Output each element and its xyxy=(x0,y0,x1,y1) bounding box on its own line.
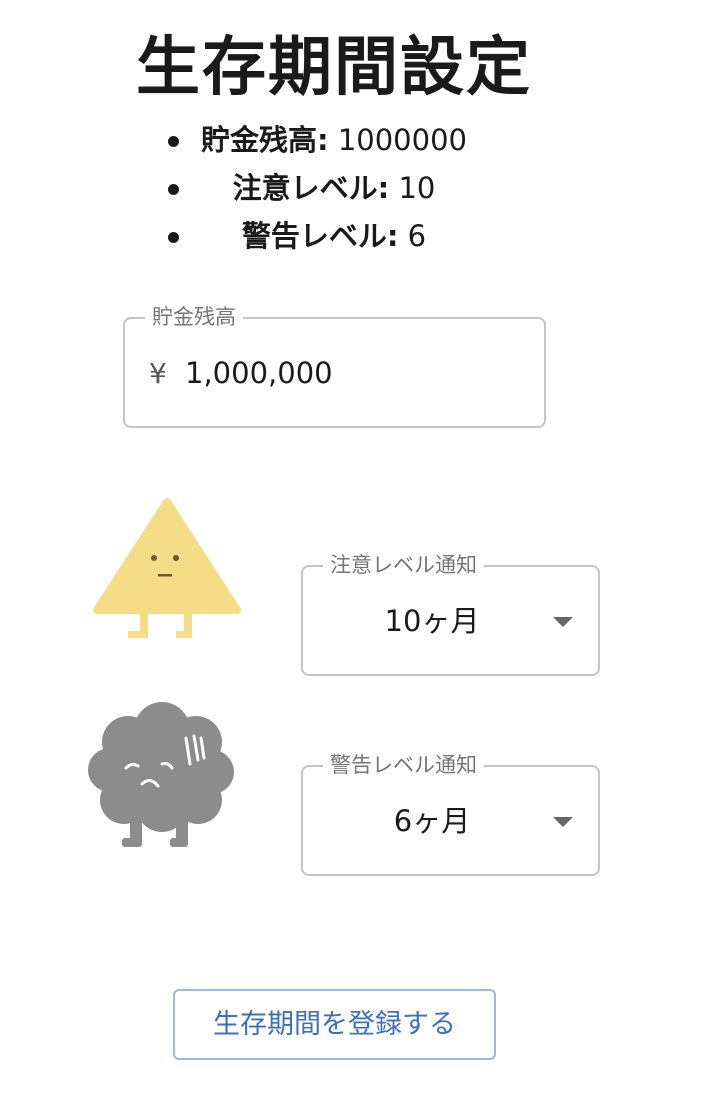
summary-item-savings: 貯金残高: 1000000 xyxy=(0,120,728,168)
caution-select-label: 注意レベル通知 xyxy=(323,552,484,578)
savings-field-label: 貯金残高 xyxy=(145,304,243,330)
summary-item-warning: 警告レベル: 6 xyxy=(0,216,728,264)
triangle-character-icon xyxy=(93,498,241,638)
summary-item-caution: 注意レベル: 10 xyxy=(0,168,728,216)
summary-label: 警告レベル: xyxy=(241,219,399,253)
caution-level-select[interactable]: 注意レベル通知 10ヶ月 xyxy=(301,552,600,676)
register-button[interactable]: 生存期間を登録する xyxy=(173,989,496,1060)
warning-selected-value: 6ヶ月 xyxy=(393,804,471,838)
caret-down-icon xyxy=(553,617,573,627)
currency-symbol: ¥ xyxy=(149,357,167,390)
summary-value: 1000000 xyxy=(328,123,467,157)
summary-value: 6 xyxy=(398,219,427,253)
savings-input[interactable] xyxy=(185,353,505,393)
caution-selected-value: 10ヶ月 xyxy=(384,604,480,638)
warning-level-select[interactable]: 警告レベル通知 6ヶ月 xyxy=(301,752,600,876)
summary-label: 注意レベル: xyxy=(232,171,390,205)
cloud-character-icon xyxy=(88,702,234,847)
page-title: 生存期間設定 xyxy=(136,31,532,105)
summary-value: 10 xyxy=(389,171,436,205)
savings-field[interactable]: 貯金残高 ¥ xyxy=(123,304,546,428)
summary-list: 貯金残高: 1000000 注意レベル: 10 警告レベル: 6 xyxy=(0,120,728,264)
summary-label: 貯金残高: xyxy=(201,123,329,157)
caret-down-icon xyxy=(553,817,573,827)
warning-select-label: 警告レベル通知 xyxy=(323,752,484,778)
